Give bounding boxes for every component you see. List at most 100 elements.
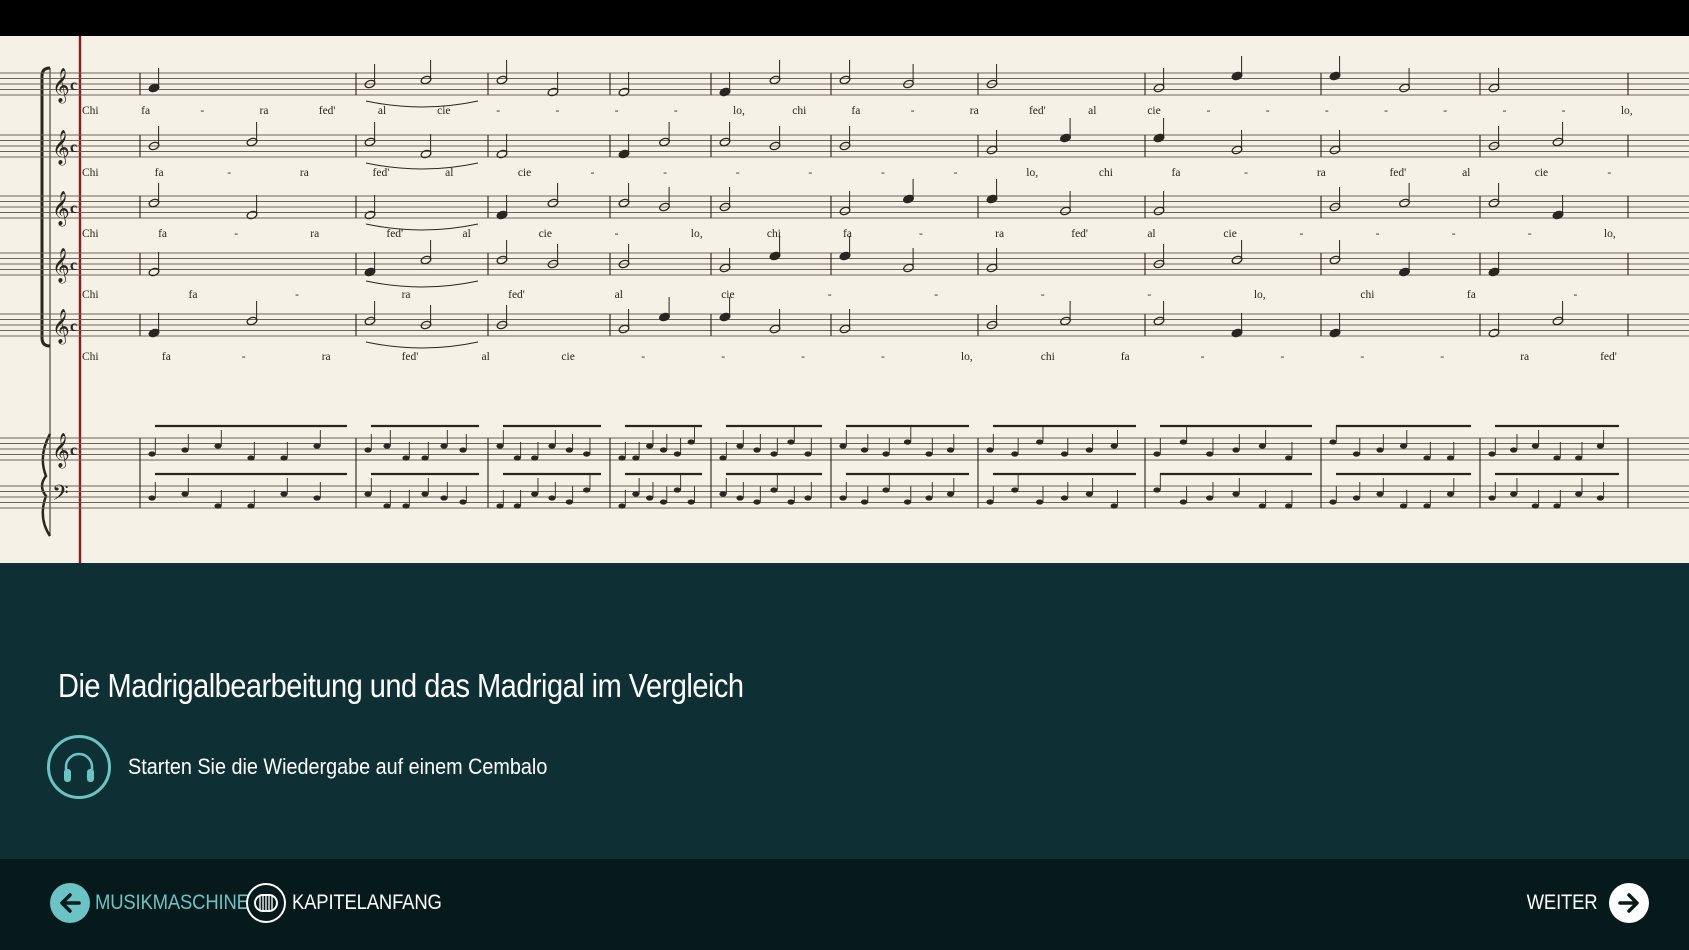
back-musikmaschine-button[interactable]: MUSIKMASCHINE <box>50 881 270 925</box>
lyric-syllable: - <box>555 105 559 117</box>
lyric-syllable: - <box>1244 167 1248 179</box>
lyric-syllable: Chi <box>82 105 99 117</box>
treble-clef: 𝄞 <box>52 309 70 345</box>
piano-note <box>247 455 255 461</box>
piano-note <box>1510 447 1518 453</box>
lyric-syllable: - <box>674 105 678 117</box>
piano-note <box>1285 455 1293 461</box>
lyric-syllable: cie <box>518 167 531 179</box>
lyric-syllable: al <box>1088 105 1096 117</box>
piano-note <box>1352 451 1361 457</box>
score-view[interactable]: 𝄞 c 𝄞 c 𝄞 c 𝄞 c 𝄞 c 𝄞 c 𝄢 Chi fa - ra fed' al cie - - - - lo, chi… <box>0 36 1689 563</box>
lyric-syllable: ra <box>402 289 411 301</box>
piano-note <box>364 447 372 453</box>
piano-note <box>1575 491 1583 497</box>
lyric-syllable: lo, <box>1254 289 1266 301</box>
lyric-syllable: fed' <box>1600 351 1617 363</box>
piano-note <box>1488 451 1496 457</box>
piano-note <box>787 499 795 505</box>
lyric-syllable: chi <box>1360 289 1374 301</box>
next-label: WEITER <box>1526 891 1597 914</box>
piano-note <box>925 495 933 501</box>
treble-clef: 𝄞 <box>52 433 70 469</box>
lyric-syllable: - <box>1147 289 1151 301</box>
lyric-syllable: al <box>615 289 623 301</box>
piano-note <box>1110 503 1118 509</box>
arrow-right-icon <box>1609 883 1649 923</box>
treble-clef: 𝄞 <box>52 130 70 166</box>
piano-note <box>421 491 429 497</box>
piano-note <box>719 455 727 461</box>
piano-note <box>673 487 681 493</box>
time-signature: c <box>70 442 77 459</box>
piano-note <box>1179 499 1187 505</box>
lyric-syllable: lo, <box>691 228 703 240</box>
chapter-start-button[interactable]: KAPITELANFANG <box>246 881 462 925</box>
piano-note <box>1036 439 1044 445</box>
lyric-syllable: - <box>234 228 238 240</box>
lyric-syllable: chi <box>1099 167 1113 179</box>
piano-note <box>882 487 890 493</box>
lyric-syllable: fa <box>843 228 852 240</box>
lyric-syllable: lo, <box>1621 105 1633 117</box>
piano-note <box>860 447 869 453</box>
lyric-syllable: - <box>1502 105 1506 117</box>
lyric-syllable: fa <box>158 228 167 240</box>
lyric-syllable: ra <box>970 105 979 117</box>
piano-note <box>632 455 640 461</box>
piano-note <box>736 443 744 449</box>
piano-note <box>1285 503 1293 509</box>
music-roll-icon <box>246 883 286 923</box>
lyric-syllable: ra <box>300 167 309 179</box>
piano-note <box>1531 443 1539 449</box>
lyric-syllable: Chi <box>82 228 99 240</box>
piano-note <box>1179 439 1187 445</box>
lyric-syllable: fa <box>162 351 171 363</box>
lyric-syllable: fed' <box>319 105 336 117</box>
piano-note <box>1531 503 1539 509</box>
piano-note <box>1399 443 1408 449</box>
lyric-syllable: - <box>808 167 812 179</box>
lyric-syllable: - <box>954 167 958 179</box>
lyric-syllable: fa <box>189 289 198 301</box>
next-weiter-button[interactable]: WEITER <box>1517 881 1649 925</box>
treble-clef: 𝄞 <box>52 248 70 284</box>
lyric-syllable: - <box>590 167 594 179</box>
music-score: 𝄞 c𝄞 c𝄞 c𝄞 c𝄞 c𝄞 c𝄢Chi fa - ra fed' al cie - - - - lo, chi… <box>0 36 1689 563</box>
piano-note <box>753 499 761 505</box>
piano-note <box>247 503 255 509</box>
lyric-syllable: fa <box>155 167 164 179</box>
piano-note <box>1596 443 1604 449</box>
lyric-syllable: Chi <box>82 289 99 301</box>
piano-note <box>986 447 994 453</box>
piano-note <box>673 451 681 457</box>
lyric-syllable: - <box>1041 289 1045 301</box>
lyric-syllable: fed' <box>508 289 525 301</box>
page-title: Die Madrigalbearbeitung und das Madrigal… <box>58 667 744 704</box>
piano-note <box>440 443 448 449</box>
piano-note <box>1510 491 1518 497</box>
piano-note <box>1011 487 1019 493</box>
lyric-syllable: lo, <box>733 105 745 117</box>
lyric-syllable: Chi <box>82 351 99 363</box>
piano-note <box>1232 491 1240 497</box>
piano-note <box>280 491 288 497</box>
lyric-syllable: fed' <box>373 167 390 179</box>
piano-note <box>1258 503 1266 509</box>
piano-note <box>618 455 626 461</box>
piano-note <box>903 439 912 445</box>
lyric-syllable: - <box>881 167 885 179</box>
lyric-syllable: al <box>378 105 386 117</box>
lyric-syllable: cie <box>539 228 552 240</box>
piano-note <box>148 495 156 501</box>
lyric-syllable: - <box>911 105 915 117</box>
piano-note <box>402 455 410 461</box>
play-harpsichord-button[interactable] <box>47 735 111 799</box>
piano-note <box>1376 491 1384 497</box>
piano-note <box>313 495 321 501</box>
lyric-syllable: - <box>663 167 667 179</box>
lyric-syllable: cie <box>1223 228 1236 240</box>
slur <box>365 280 479 288</box>
piano-note <box>1232 447 1240 453</box>
piano-note <box>148 451 156 457</box>
